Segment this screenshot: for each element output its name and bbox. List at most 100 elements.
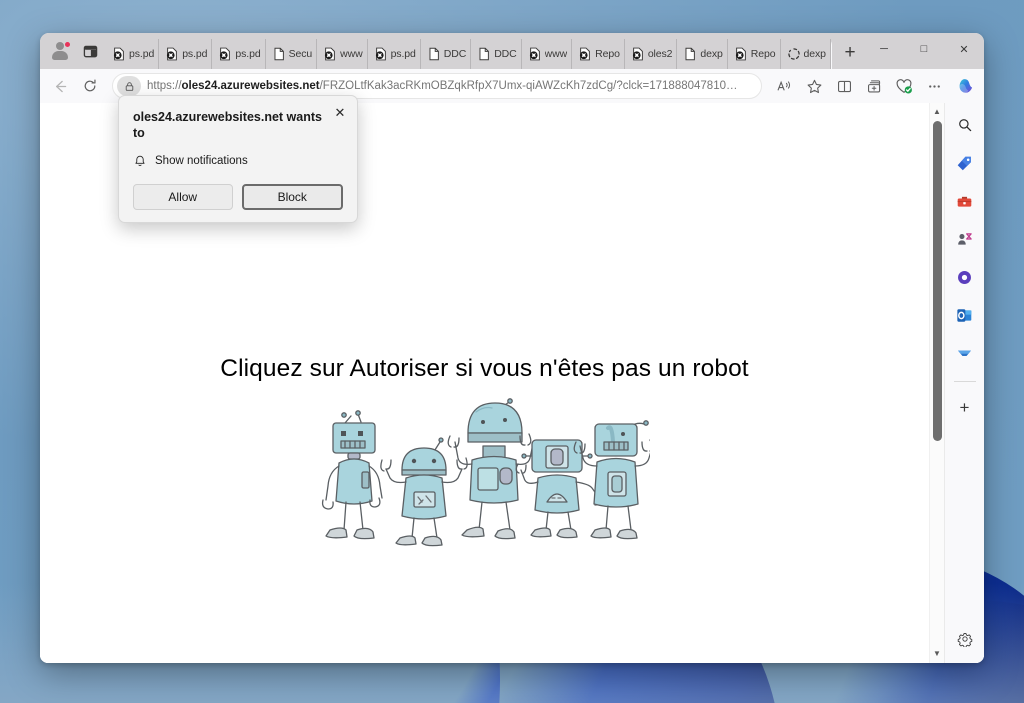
outlook-icon [957,308,972,322]
star-icon [807,79,821,93]
split-screen-icon [837,80,851,92]
games-icon [958,232,972,245]
edge-browser-window: ps.pd ps.pd ps.pd Secu www ps.pd DDC DDC www Repo… [40,33,984,663]
scroll-up-button[interactable]: ▲ [933,103,941,119]
sidebar-item-search[interactable] [951,111,979,139]
scrollbar-track[interactable] [930,119,944,663]
sidebar-item-microsoft-365[interactable] [951,263,979,291]
permission-dialog-actions: Allow Block [133,184,343,211]
sidebar-divider [953,381,976,382]
tab[interactable]: www [522,39,573,69]
edge-sidebar: + [944,103,984,663]
url-scheme: https:// [147,80,182,92]
tab[interactable]: DDC [471,39,522,69]
sidebar-add-button[interactable]: + [951,394,979,422]
scrollbar-thumb[interactable] [933,121,942,441]
read-aloud-button[interactable] [770,72,798,100]
tab-active[interactable]: ✕ [830,38,832,69]
scroll-down-button[interactable]: ▼ [933,645,941,661]
pdf-icon [375,47,386,61]
desktop-background: ps.pd ps.pd ps.pd Secu www ps.pd DDC DDC www Repo… [0,0,1024,703]
site-info-button[interactable] [117,76,141,96]
tab[interactable]: ps.pd [106,39,160,69]
refresh-icon [84,79,96,92]
split-screen-button[interactable] [830,72,858,100]
copilot-icon [958,78,972,93]
tab-label: ps.pd [182,48,208,60]
pdf-icon [220,47,231,61]
url-host: oles24.azurewebsites.net [181,80,320,92]
pdf-icon [167,47,178,61]
five-cartoon-robots-illustration [321,398,650,547]
drop-icon [958,350,971,356]
lock-icon [125,81,133,91]
tab-label: www [340,48,363,60]
tab-label: www [544,48,568,60]
block-button[interactable]: Block [241,184,343,211]
tools-icon [957,196,972,207]
tab[interactable]: ps.pd [212,39,266,69]
pdf-icon [735,47,746,61]
sidebar-item-drop[interactable] [951,339,979,367]
profile-button[interactable] [46,37,74,65]
allow-button[interactable]: Allow [133,184,233,211]
gear-icon [957,632,972,647]
loading-spinner-icon [787,48,800,60]
tab-label: Repo [750,48,776,60]
tab[interactable]: Repo [572,39,625,69]
page-icon [685,47,696,61]
tab[interactable]: dexp [781,39,831,69]
minimize-button[interactable]: ─ [864,33,904,65]
add-favorite-button[interactable] [800,72,828,100]
pdf-icon [325,47,335,61]
sidebar-settings-button[interactable] [951,625,979,653]
tab-strip[interactable]: ps.pd ps.pd ps.pd Secu www ps.pd DDC DDC www Repo… [106,33,832,69]
tab[interactable]: www [317,39,368,69]
window-controls: ─ □ ✕ [864,33,984,69]
more-options-icon [928,84,940,88]
permission-request-row: Show notifications [133,154,343,168]
tab-search-icon [83,45,97,57]
tab[interactable]: dexp [677,39,728,69]
tab-label: DDC [443,48,467,60]
page-scrollbar[interactable]: ▲ ▼ [929,103,944,663]
permission-dialog-close-button[interactable]: ✕ [331,104,349,122]
tab-search-button[interactable] [76,37,104,65]
microsoft-365-icon [958,270,971,284]
new-tab-button[interactable]: + [836,39,864,67]
pdf-icon [580,47,590,61]
pdf-icon [632,47,643,61]
page-icon [429,47,439,61]
tab-label: oles2 [647,48,673,60]
tab[interactable]: ps.pd [159,39,213,69]
tab[interactable]: DDC [421,39,472,69]
settings-and-more-button[interactable] [920,72,948,100]
tab-label: dexp [700,48,723,60]
avatar-icon [51,41,71,60]
tab[interactable]: oles2 [625,39,678,69]
collections-icon [867,79,880,92]
tab[interactable]: Secu [266,39,318,69]
tab-label: ps.pd [390,48,416,60]
read-aloud-icon [777,80,790,90]
collections-button[interactable] [860,72,888,100]
page-icon [479,47,490,61]
browser-essentials-button[interactable] [890,72,918,100]
sidebar-item-outlook[interactable] [951,301,979,329]
copilot-button[interactable] [950,72,978,100]
sidebar-item-games[interactable] [951,225,979,253]
refresh-button[interactable] [76,72,104,100]
tab[interactable]: ps.pd [368,39,421,69]
tab-label: ps.pd [235,48,261,60]
tab-label: Secu [288,48,313,60]
titlebar-left-controls [40,33,106,69]
back-button[interactable] [46,72,74,100]
tab[interactable]: Repo [728,39,781,69]
url-path: /FRZOLtfKak3acRKmOBZqkRfpX7Umx-qiAWZcKh7… [319,80,738,92]
sidebar-item-tools[interactable] [951,187,979,215]
close-window-button[interactable]: ✕ [944,33,984,65]
maximize-button[interactable]: □ [904,33,944,65]
sidebar-item-shopping[interactable] [951,149,979,177]
browser-essentials-icon [896,79,912,94]
page-icon [274,47,284,61]
